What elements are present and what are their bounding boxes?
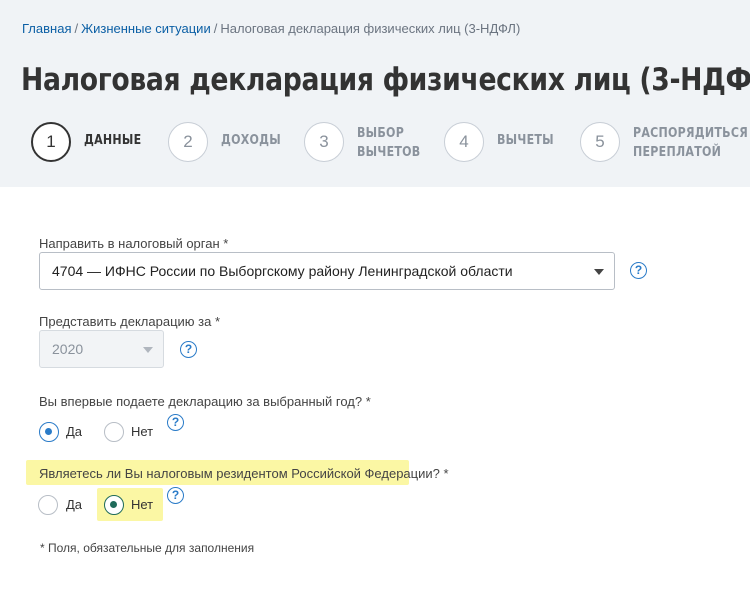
step-label-line: ВЫБОР (357, 126, 405, 141)
resident-label: Являетесь ли Вы налоговым резидентом Рос… (39, 466, 449, 481)
step-number: 2 (168, 122, 208, 162)
breadcrumb-separator: / (74, 21, 79, 36)
first-time-option-yes[interactable]: Да (66, 424, 82, 439)
step-label-line: РАСПОРЯДИТЬСЯ (633, 126, 749, 141)
step-label: ВЫБОР ВЫЧЕТОВ (357, 124, 420, 162)
resident-option-no[interactable]: Нет (131, 497, 153, 512)
breadcrumb-link-home[interactable]: Главная (22, 21, 71, 36)
step-number: 3 (304, 122, 344, 162)
help-circle-icon[interactable]: ? (167, 487, 184, 504)
resident-option-yes[interactable]: Да (66, 497, 82, 512)
first-time-option-no[interactable]: Нет (131, 424, 153, 439)
breadcrumb-current: Налоговая декларация физических лиц (3-Н… (220, 21, 521, 36)
step-label-line: ПЕРЕПЛАТОЙ (633, 145, 722, 160)
step-label: ВЫЧЕТЫ (497, 133, 554, 148)
breadcrumb-separator: / (213, 21, 218, 36)
chevron-down-icon (594, 269, 604, 275)
step-label: ДОХОДЫ (221, 133, 281, 148)
step-number: 5 (580, 122, 620, 162)
tax-office-select[interactable]: 4704 — ИФНС России по Выборгскому району… (39, 252, 615, 290)
first-time-label: Вы впервые подаете декларацию за выбранн… (39, 394, 371, 409)
step-label: РАСПОРЯДИТЬСЯ ПЕРЕПЛАТОЙ (633, 124, 748, 162)
tax-office-value: 4704 — ИФНС России по Выборгскому району… (52, 263, 513, 279)
step-label: ДАННЫЕ (84, 133, 142, 148)
step-number: 1 (31, 122, 71, 162)
help-circle-icon[interactable]: ? (180, 341, 197, 358)
help-circle-icon[interactable]: ? (167, 414, 184, 431)
first-time-radio-no[interactable] (104, 422, 124, 442)
chevron-down-icon (143, 347, 153, 353)
resident-radio-no[interactable] (104, 495, 124, 515)
required-fields-note: * Поля, обязательные для заполнения (40, 541, 255, 555)
year-select: 2020 (39, 330, 164, 368)
year-label: Представить декларацию за * (39, 314, 221, 329)
breadcrumb-link-life-situations[interactable]: Жизненные ситуации (81, 21, 211, 36)
step-number: 4 (444, 122, 484, 162)
year-value: 2020 (52, 341, 84, 357)
first-time-radio-yes[interactable] (39, 422, 59, 442)
tax-office-label: Направить в налоговый орган * (39, 236, 229, 251)
help-circle-icon[interactable]: ? (630, 262, 647, 279)
step-label-line: ВЫЧЕТОВ (357, 145, 421, 160)
page-title: Налоговая декларация физических лиц (3-Н… (21, 62, 750, 98)
resident-radio-yes[interactable] (38, 495, 58, 515)
breadcrumb: Главная / Жизненные ситуации / Налоговая дек… (22, 21, 520, 36)
